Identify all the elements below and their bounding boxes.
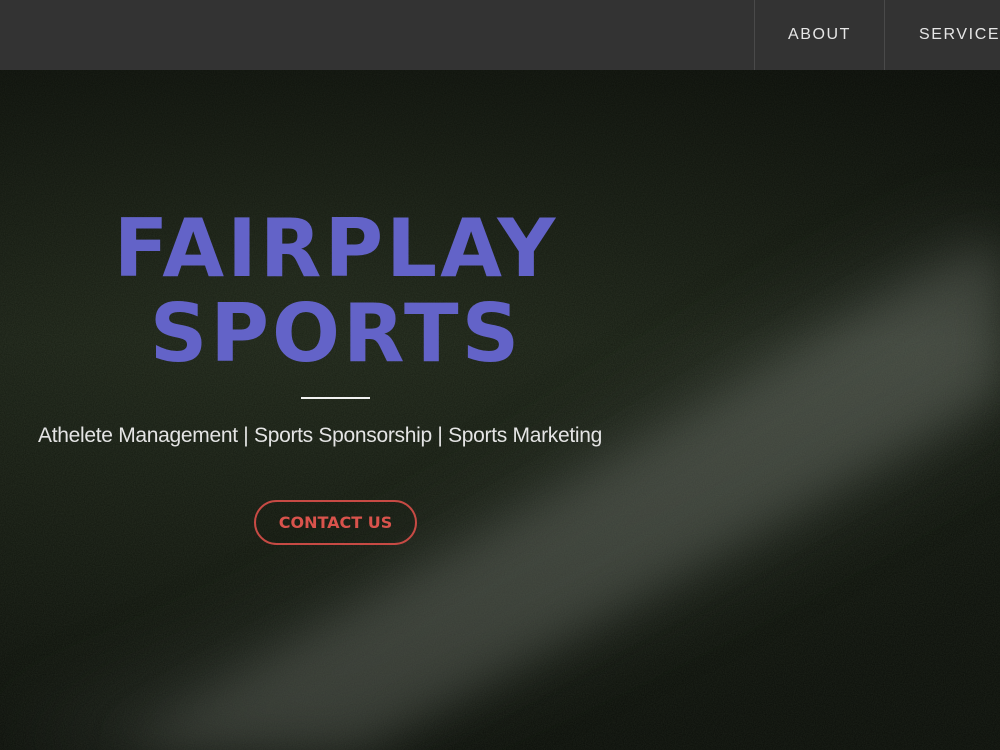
top-navbar: ABOUT SERVICES: [0, 0, 1000, 70]
nav-item-about-label: ABOUT: [787, 26, 852, 43]
page: ABOUT SERVICES: [0, 0, 1000, 750]
hero-section: FAIRPLAY SPORTS Athelete Management | Sp…: [0, 70, 1000, 750]
hero-title-line-1: FAIRPLAY: [113, 202, 559, 295]
hero-background-image: [0, 70, 1000, 750]
nav-item-services[interactable]: SERVICES: [884, 0, 1000, 70]
nav-item-about[interactable]: ABOUT: [754, 0, 884, 70]
hero-tagline: Athelete Management | Sports Sponsorship…: [38, 424, 603, 447]
title-divider: [301, 397, 370, 399]
contact-us-button[interactable]: CONTACT US: [254, 500, 417, 545]
hero-title-line-2: SPORTS: [149, 287, 523, 380]
main-nav: ABOUT SERVICES: [754, 0, 1000, 70]
nav-item-services-label: SERVICES: [919, 26, 1000, 43]
contact-us-button-label: CONTACT US: [278, 513, 393, 532]
